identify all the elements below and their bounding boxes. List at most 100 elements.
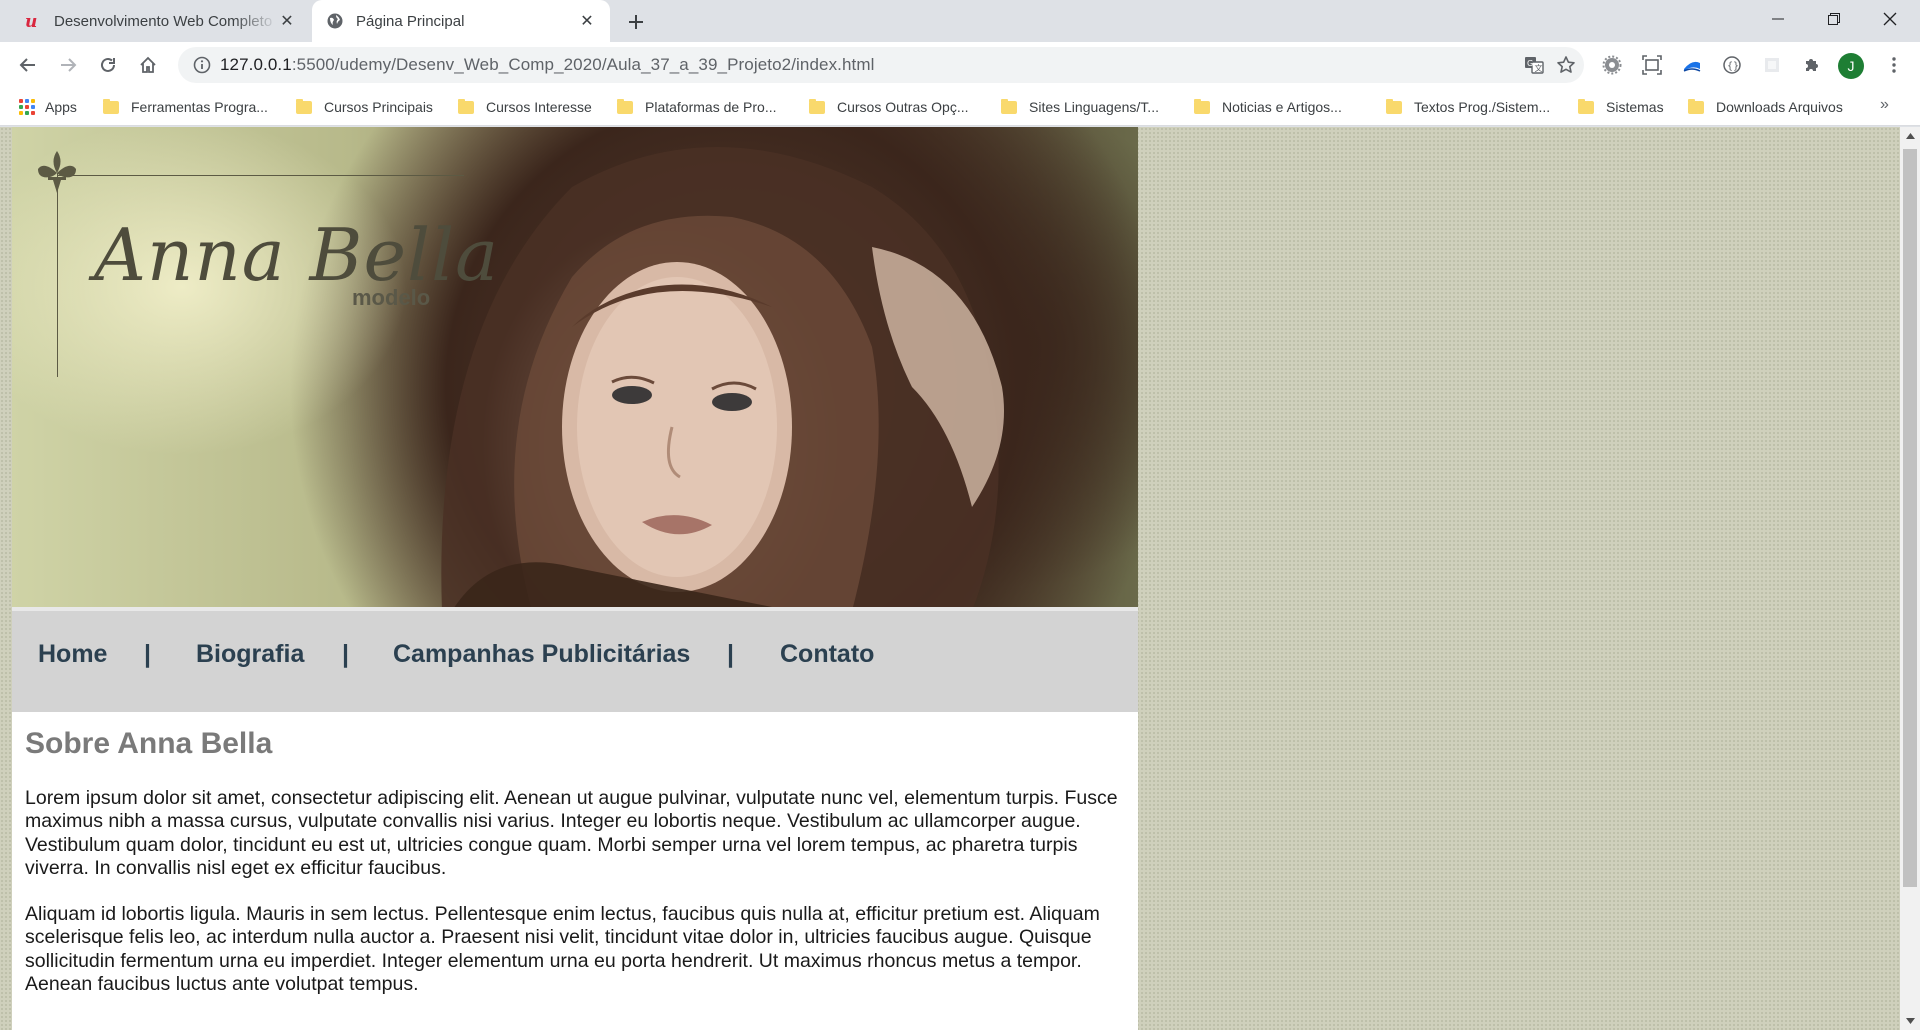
arrow-left-icon [19,58,35,72]
bookmarks-bar: Apps Ferramentas Progra... Cursos Princi… [0,88,1920,126]
main-content: Sobre Anna Bella Lorem ipsum dolor sit a… [25,727,1125,1019]
bookmark-folder[interactable]: Cursos Principais [296,96,433,118]
tab-udemy[interactable]: u Desenvolvimento Web Completo ✕ [10,0,310,42]
url-host: 127.0.0.1 [220,55,292,74]
site-container: Anna Bella modelo Home | Biografia | Cam… [12,127,1138,1030]
plus-icon [629,15,643,29]
close-icon[interactable]: ✕ [578,12,596,30]
folder-icon [1386,98,1402,114]
menu-dots-icon[interactable] [1878,49,1910,81]
minimize-button[interactable] [1750,0,1806,38]
url-text[interactable]: 127.0.0.1:5500/udemy/Desenv_Web_Comp_202… [220,55,875,75]
extension-blue-icon[interactable] [1676,49,1708,81]
extension-gear-icon[interactable] [1596,49,1628,81]
tab-strip: u Desenvolvimento Web Completo ✕ Página … [0,0,1920,42]
url-path: :5500/udemy/Desenv_Web_Comp_2020/Aula_37… [291,55,875,74]
nav-home[interactable]: Home [38,640,107,669]
svg-text:{}: {} [1727,61,1739,72]
globe-icon [326,12,344,30]
bookmark-label: Cursos Outras Opç... [837,99,969,115]
page-viewport: Anna Bella modelo Home | Biografia | Cam… [0,127,1900,1030]
fleur-de-lis-icon [38,151,76,193]
folder-icon [1688,98,1704,114]
folder-icon [458,98,474,114]
bookmark-label: Downloads Arquivos [1716,99,1843,115]
bookmark-label: Apps [45,99,77,115]
svg-text:文: 文 [1535,63,1543,73]
address-bar[interactable]: 127.0.0.1:5500/udemy/Desenv_Web_Comp_202… [178,47,1584,83]
main-nav: Home | Biografia | Campanhas Publicitári… [12,611,1138,712]
folder-icon [296,98,312,114]
back-button[interactable] [12,49,44,81]
reload-button[interactable] [92,49,124,81]
reload-icon [101,57,115,72]
folder-icon [1001,98,1017,114]
bookmark-apps[interactable]: Apps [19,96,77,118]
bookmark-folder[interactable]: Plataformas de Pro... [617,96,777,118]
bookmark-folder[interactable]: Cursos Outras Opç... [809,96,968,118]
bookmark-label: Cursos Principais [324,99,433,115]
nav-biografia[interactable]: Biografia [196,640,304,669]
bookmark-label: Noticias e Artigos... [1222,99,1342,115]
bookmarks-overflow-button[interactable]: » [1880,96,1889,114]
translate-icon[interactable]: G文 [1518,47,1550,83]
restore-button[interactable] [1806,0,1862,38]
logo-name: Anna Bella [94,213,500,297]
paragraph: Aliquam id lobortis ligula. Mauris in se… [25,903,1100,996]
folder-icon [617,98,633,114]
bookmark-label: Sites Linguagens/T... [1029,99,1159,115]
nav-contato[interactable]: Contato [780,640,874,669]
bookmark-label: Sistemas [1606,99,1664,115]
tab-pagina-principal[interactable]: Página Principal ✕ [312,0,610,42]
close-window-button[interactable] [1862,0,1918,38]
extension-placeholder-icon[interactable] [1756,49,1788,81]
home-button[interactable] [132,49,164,81]
forward-button[interactable] [52,49,84,81]
bookmark-star-icon[interactable] [1550,47,1582,83]
folder-icon [1194,98,1210,114]
logo-frame-line [58,175,464,176]
page-scrollbar[interactable] [1900,127,1920,1030]
scroll-thumb[interactable] [1903,149,1917,887]
minimize-icon [1772,18,1784,20]
bookmark-folder[interactable]: Sistemas [1578,96,1664,118]
udemy-icon: u [24,12,42,30]
nav-campanhas[interactable]: Campanhas Publicitárias [393,640,690,669]
svg-text:G: G [1527,59,1533,68]
tab-title: Desenvolvimento Web Completo [54,12,273,30]
browser-toolbar: 127.0.0.1:5500/udemy/Desenv_Web_Comp_202… [0,42,1920,88]
close-icon[interactable]: ✕ [278,12,296,30]
scroll-up-arrow-icon[interactable] [1900,127,1920,145]
screen-capture-icon[interactable] [1636,49,1668,81]
folder-icon [103,98,119,114]
tab-title: Página Principal [356,12,465,30]
bookmark-label: Ferramentas Progra... [131,99,268,115]
logo-frame-line [57,173,58,377]
puzzle-icon[interactable] [1796,49,1828,81]
scroll-down-arrow-icon[interactable] [1900,1012,1920,1030]
model-photo [441,147,1004,611]
svg-text:u: u [25,12,37,30]
page-heading: Sobre Anna Bella [25,727,273,760]
bookmark-folder[interactable]: Noticias e Artigos... [1194,96,1342,118]
nav-separator: | [727,640,734,668]
bookmark-folder[interactable]: Sites Linguagens/T... [1001,96,1159,118]
restore-icon [1828,13,1840,25]
bookmark-label: Cursos Interesse [486,99,592,115]
info-icon[interactable] [184,47,220,83]
home-icon [140,56,156,73]
code-braces-icon[interactable]: {} [1716,49,1748,81]
bookmark-label: Plataformas de Pro... [645,99,777,115]
bookmark-folder[interactable]: Cursos Interesse [458,96,592,118]
profile-avatar[interactable]: J [1838,53,1864,79]
nav-separator: | [144,640,151,668]
bookmark-folder[interactable]: Ferramentas Progra... [103,96,268,118]
logo-subtitle: modelo [352,285,431,310]
close-icon [1883,12,1897,26]
header-banner: Anna Bella modelo [12,127,1138,611]
bookmark-folder[interactable]: Textos Prog./Sistem... [1386,96,1550,118]
bookmark-folder[interactable]: Downloads Arquivos [1688,96,1843,118]
nav-separator: | [342,640,349,668]
paragraph: Lorem ipsum dolor sit amet, consectetur … [25,787,1118,879]
new-tab-button[interactable] [622,9,650,35]
